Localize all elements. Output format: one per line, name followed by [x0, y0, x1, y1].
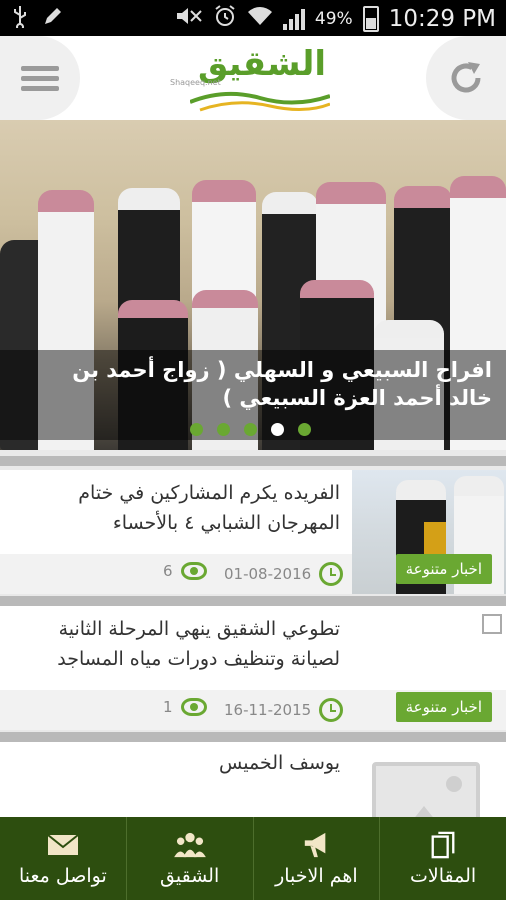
nav-label: المقالات	[410, 864, 477, 887]
category-badge[interactable]: اخبار متنوعة	[395, 554, 492, 584]
category-badge[interactable]: اخبار متنوعة	[395, 692, 492, 722]
article-views: 6	[163, 562, 173, 580]
signal-icon	[282, 8, 305, 30]
article-meta: 16-11-2015 1 اخبار متنوعة	[0, 690, 506, 730]
clock-icon	[319, 698, 344, 722]
views-wrap: 1	[163, 698, 207, 716]
nav-label: الشقيق	[160, 864, 220, 887]
menu-button[interactable]	[0, 36, 80, 120]
nav-label: تواصل معنا	[18, 864, 107, 887]
hero-slider[interactable]: افراح السبيعي و السهلي ( زواج أحمد بن خا…	[0, 120, 506, 450]
mute-icon	[175, 5, 203, 32]
clock-time: 10:29 PM	[388, 5, 496, 32]
image-placeholder-icon	[372, 762, 480, 817]
usb-icon	[12, 6, 28, 33]
documents-icon	[431, 831, 455, 858]
slider-dot[interactable]	[298, 423, 311, 436]
eye-icon	[180, 698, 207, 716]
slider-dot[interactable]	[244, 423, 257, 436]
slider-dot[interactable]	[217, 423, 230, 436]
article-title[interactable]: الفريده يكرم المشاركين في ختام المهرجان …	[20, 478, 340, 538]
select-checkbox[interactable]	[482, 614, 502, 634]
nav-item-articles[interactable]: المقالات	[379, 817, 506, 900]
slider-dot[interactable]	[190, 423, 203, 436]
wifi-icon	[247, 5, 273, 32]
article-meta: 01-08-2016 6	[0, 554, 352, 594]
refresh-icon	[451, 62, 481, 93]
date-wrap: 16-11-2015	[224, 698, 344, 722]
article-date: 01-08-2016	[224, 565, 312, 583]
article-card[interactable]: الفريده يكرم المشاركين في ختام المهرجان …	[0, 470, 506, 594]
article-date: 16-11-2015	[224, 701, 312, 719]
logo-subtext: Shaqeeq.net	[170, 78, 221, 87]
article-title[interactable]: تطوعي الشقيق ينهي المرحلة الثانية لصيانة…	[20, 614, 340, 674]
date-wrap: 01-08-2016	[224, 562, 344, 586]
megaphone-icon	[305, 832, 326, 857]
article-card[interactable]: يوسف الخميس	[0, 742, 506, 817]
article-views: 1	[163, 698, 173, 716]
status-bar: 49% 10:29 PM	[0, 0, 506, 36]
article-card[interactable]: تطوعي الشقيق ينهي المرحلة الثانية لصيانة…	[0, 606, 506, 730]
app-logo: الشقيق Shaqeeq.net	[170, 44, 340, 114]
people-icon	[173, 832, 206, 857]
hamburger-menu-icon	[21, 61, 59, 96]
nav-item-shaqeeq[interactable]: الشقيق	[125, 817, 253, 900]
refresh-button[interactable]	[426, 36, 506, 120]
battery-percent: 49%	[314, 8, 353, 29]
nav-label: اهم الاخبار	[275, 864, 358, 887]
logo-wave-icon	[190, 91, 330, 112]
hero-title[interactable]: افراح السبيعي و السهلي ( زواج أحمد بن خا…	[32, 356, 492, 412]
article-title[interactable]: يوسف الخميس	[20, 748, 340, 778]
battery-icon	[362, 5, 379, 32]
divider	[0, 456, 506, 466]
slider-pagination	[190, 423, 311, 436]
slider-dot-active[interactable]	[271, 423, 284, 436]
mail-icon	[47, 833, 79, 855]
edit-icon	[42, 6, 62, 33]
divider	[0, 732, 506, 742]
nav-item-contact[interactable]: تواصل معنا	[0, 817, 126, 900]
divider	[0, 596, 506, 606]
clock-icon	[319, 562, 344, 586]
views-wrap: 6	[163, 562, 207, 580]
bottom-navigation: المقالات اهم الاخبار الشقيق تواصل معنا	[0, 817, 506, 900]
app-bar: الشقيق Shaqeeq.net	[0, 36, 506, 120]
eye-icon	[180, 562, 207, 580]
nav-item-top-news[interactable]: اهم الاخبار	[252, 817, 380, 900]
alarm-icon	[213, 4, 237, 33]
